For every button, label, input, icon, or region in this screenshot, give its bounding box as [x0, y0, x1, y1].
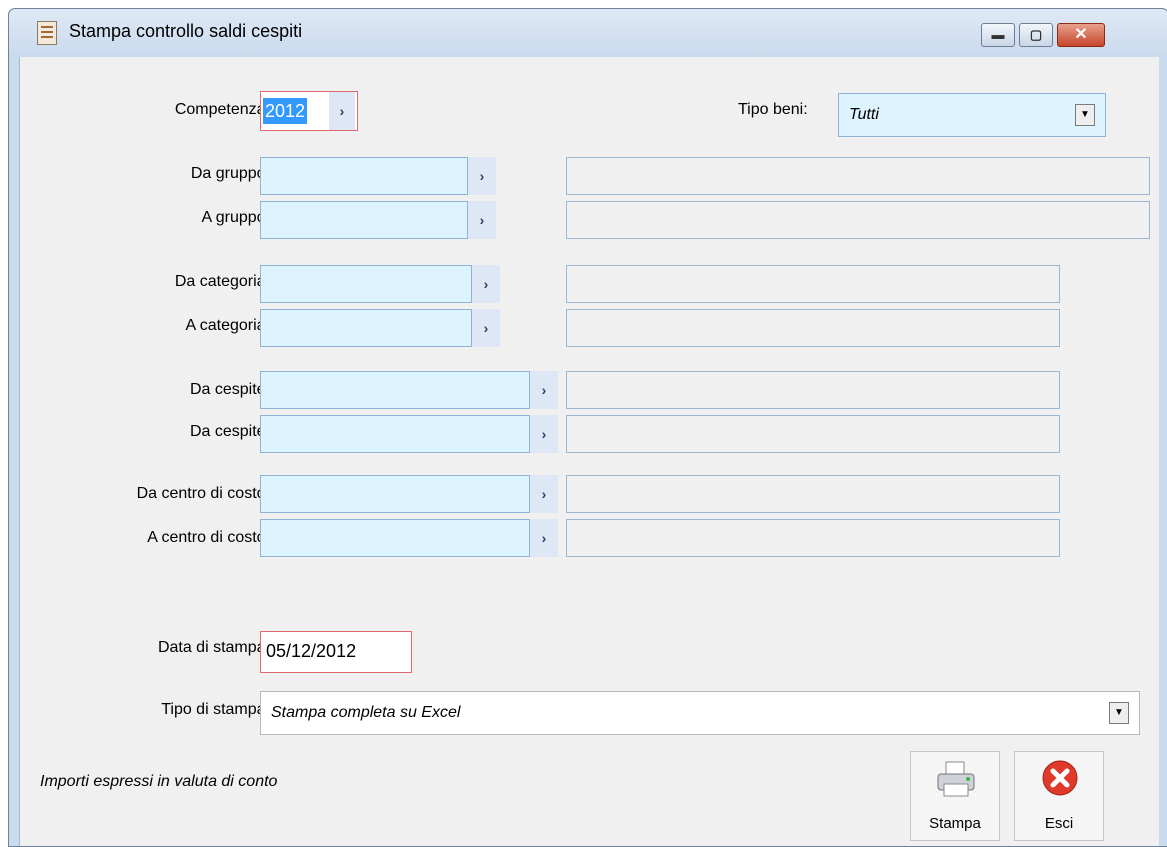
a-centro-zoom-icon[interactable]: › [530, 519, 558, 557]
da-gruppo-zoom-icon[interactable]: › [468, 157, 496, 195]
a-categoria-input[interactable] [260, 309, 472, 347]
tipo-beni-value: Tutti [849, 106, 879, 123]
title-bar[interactable]: Stampa controllo saldi cespiti ▬ ▢ ✕ [9, 9, 1167, 57]
data-stampa-value: 05/12/2012 [266, 641, 357, 661]
competenza-label: Competenza: [174, 101, 270, 118]
tipo-beni-dropdown-icon[interactable]: ▼ [1075, 104, 1095, 126]
a-gruppo-zoom-icon[interactable]: › [468, 201, 496, 239]
tipo-beni-label: Tipo beni: [738, 101, 808, 118]
tipo-stampa-value: Stampa completa su Excel [271, 704, 461, 721]
form-area: Competenza: 2012 › Tipo beni: Tutti ▼ Da… [19, 57, 1159, 846]
a-cespite-input[interactable] [260, 415, 530, 453]
da-categoria-description [566, 265, 1060, 303]
close-icon: ✕ [1074, 26, 1088, 43]
da-cespite-description [566, 371, 1060, 409]
a-centro-input[interactable] [260, 519, 530, 557]
data-stampa-input[interactable]: 05/12/2012 [260, 631, 412, 673]
da-cespite-zoom-icon[interactable]: › [530, 371, 558, 409]
competenza-zoom-icon[interactable]: › [329, 92, 355, 130]
a-categoria-label: A categoria: [185, 317, 271, 334]
a-cespite-description [566, 415, 1060, 453]
a-centro-description [566, 519, 1060, 557]
a-gruppo-input[interactable] [260, 201, 468, 239]
da-categoria-label: Da categoria: [174, 273, 270, 290]
minimize-icon: ▬ [991, 27, 1005, 42]
da-centro-label: Da centro di costo: [136, 485, 270, 502]
a-categoria-zoom-icon[interactable]: › [472, 309, 500, 347]
tipo-stampa-label: Tipo di stampa: [161, 701, 270, 718]
competenza-field[interactable]: 2012 › [260, 91, 358, 131]
a-gruppo-description [566, 201, 1150, 239]
da-gruppo-label: Da gruppo: [190, 165, 270, 182]
window-title: Stampa controllo saldi cespiti [69, 21, 303, 41]
esci-label: Esci [1044, 815, 1074, 832]
a-categoria-description [566, 309, 1060, 347]
tipo-stampa-select[interactable]: Stampa completa su Excel ▼ [260, 691, 1140, 735]
data-stampa-label: Data di stampa: [157, 639, 270, 656]
da-gruppo-description [566, 157, 1150, 195]
minimize-button[interactable]: ▬ [981, 23, 1015, 47]
stampa-label: Stampa [929, 815, 981, 832]
app-window: Stampa controllo saldi cespiti ▬ ▢ ✕ Com… [8, 8, 1167, 847]
printer-icon [937, 761, 975, 797]
stampa-button[interactable]: Stampa [910, 751, 1000, 841]
da-cespite-input[interactable] [260, 371, 530, 409]
a-cespite-zoom-icon[interactable]: › [530, 415, 558, 453]
maximize-icon: ▢ [1029, 27, 1043, 42]
tipo-stampa-dropdown-icon[interactable]: ▼ [1109, 702, 1129, 724]
a-cespite-label: Da cespite: [189, 423, 270, 440]
app-icon [37, 21, 57, 45]
da-cespite-label: Da cespite: [189, 381, 270, 398]
tipo-beni-select[interactable]: Tutti ▼ [838, 93, 1106, 137]
close-circle-icon [1042, 760, 1078, 796]
da-centro-zoom-icon[interactable]: › [530, 475, 558, 513]
da-gruppo-input[interactable] [260, 157, 468, 195]
da-centro-description [566, 475, 1060, 513]
da-centro-input[interactable] [260, 475, 530, 513]
maximize-button[interactable]: ▢ [1019, 23, 1053, 47]
competenza-value: 2012 [263, 98, 308, 124]
currency-note: Importi espressi in valuta di conto [40, 773, 278, 790]
close-button[interactable]: ✕ [1057, 23, 1105, 47]
a-centro-label: A centro di costo: [147, 529, 270, 546]
da-categoria-input[interactable] [260, 265, 472, 303]
esci-button[interactable]: Esci [1014, 751, 1104, 841]
da-categoria-zoom-icon[interactable]: › [472, 265, 500, 303]
